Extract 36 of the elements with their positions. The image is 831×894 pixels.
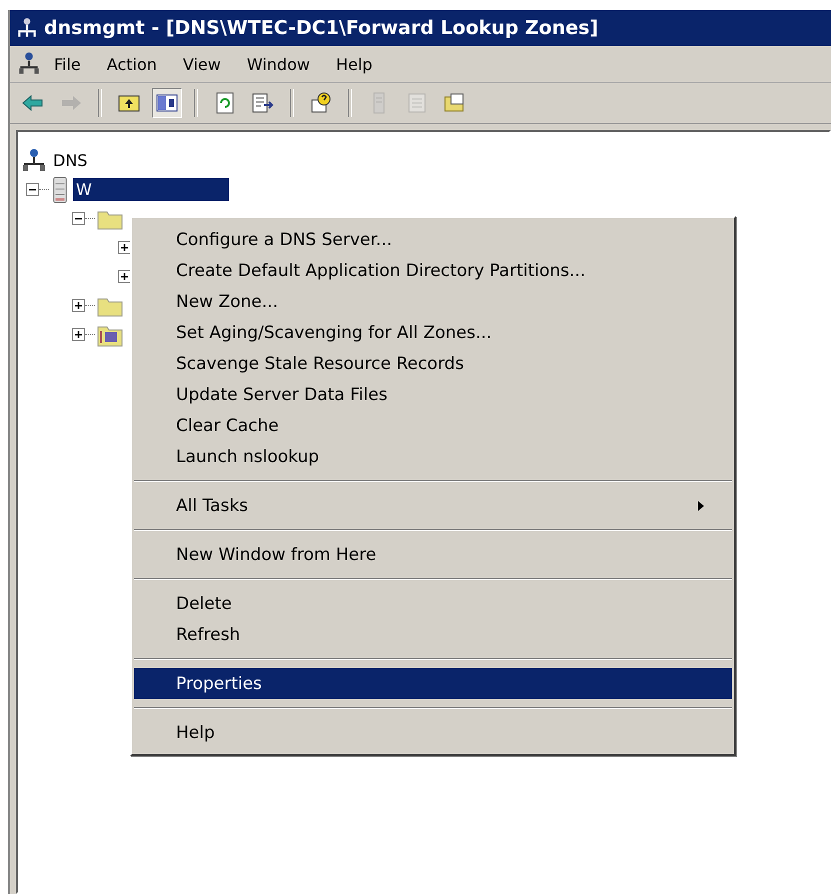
network-icon	[16, 17, 38, 39]
menu-item[interactable]: New Window from Here	[134, 539, 732, 570]
menu-item[interactable]: Clear Cache	[134, 410, 732, 441]
tree-item[interactable]: DNS	[50, 149, 90, 172]
expander-icon[interactable]	[118, 270, 131, 283]
menu-item[interactable]: Refresh	[134, 619, 732, 650]
menu-item[interactable]: Help	[336, 54, 372, 74]
submenu-arrow-icon	[698, 500, 704, 510]
menu-item[interactable]: All Tasks	[134, 490, 732, 521]
menu-item[interactable]: Window	[246, 54, 310, 74]
menu-item[interactable]: Configure a DNS Server...	[134, 224, 732, 255]
network-icon	[18, 52, 40, 76]
menu-item[interactable]: File	[54, 54, 81, 74]
menu-item[interactable]: Scavenge Stale Resource Records	[134, 348, 732, 379]
menu-item[interactable]: Set Aging/Scavenging for All Zones...	[134, 317, 732, 348]
expander-icon[interactable]	[72, 328, 85, 341]
tree-button[interactable]	[152, 88, 182, 118]
expander-icon[interactable]	[118, 241, 131, 254]
menu-item[interactable]: Create Default Application Directory Partitions...	[134, 255, 732, 286]
menu-item[interactable]: Properties	[134, 668, 732, 699]
export-list-icon	[251, 91, 275, 115]
tree-item[interactable]: W	[73, 178, 229, 201]
expander-icon[interactable]	[26, 183, 39, 196]
menu-item[interactable]: Action	[106, 54, 157, 74]
network-icon	[22, 148, 46, 174]
menu-item[interactable]: Help	[134, 717, 732, 748]
expander-icon[interactable]	[72, 299, 85, 312]
server-icon	[51, 176, 69, 204]
menu-item[interactable]: View	[182, 54, 221, 74]
menu-item[interactable]: New Zone...	[134, 286, 732, 317]
menu-item[interactable]: Delete	[134, 588, 732, 619]
menu-item[interactable]: Launch nslookup	[134, 441, 732, 472]
window-title: dnsmgmt - [DNS\WTEC-DC1\Forward Lookup Zones]	[44, 17, 598, 39]
expander-icon[interactable]	[72, 212, 85, 225]
menu-item[interactable]: Update Server Data Files	[134, 379, 732, 410]
help-icon	[309, 91, 333, 115]
